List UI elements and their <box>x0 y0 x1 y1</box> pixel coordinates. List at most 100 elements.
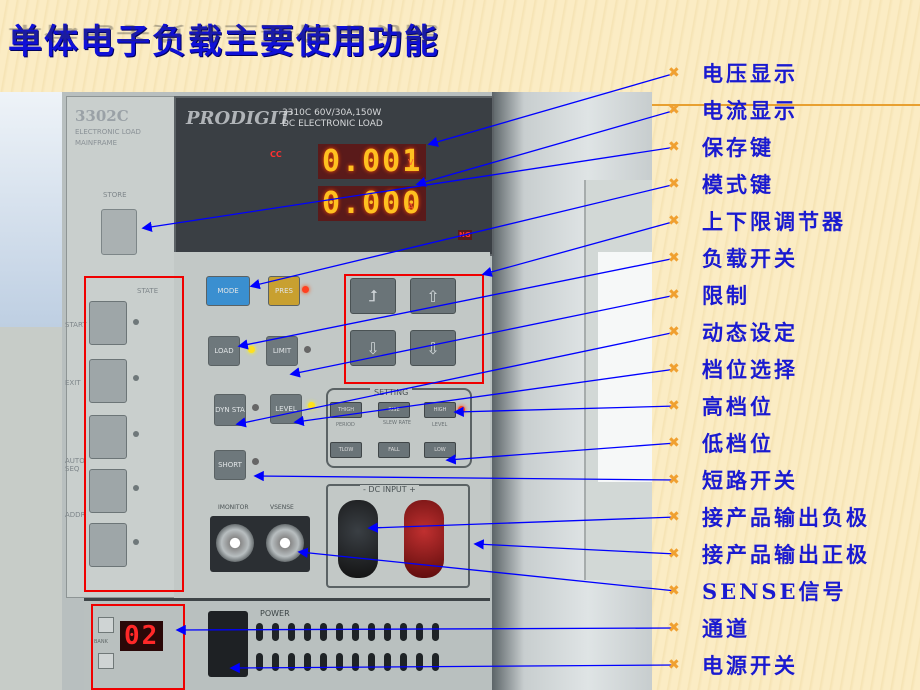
power-switch[interactable] <box>208 611 248 677</box>
low-button[interactable]: LOW <box>424 442 456 458</box>
callout-label: 高档位 <box>702 394 774 419</box>
pres-button[interactable]: PRES <box>268 276 300 306</box>
callout-label: 接产品输出负极 <box>702 505 870 530</box>
dyn-sta-led <box>252 404 259 411</box>
bullet-x-icon: ✖ <box>668 287 680 303</box>
bullet-x-icon: ✖ <box>668 620 680 636</box>
callout-label: SENSE信号 <box>702 579 847 604</box>
load-led <box>248 346 255 353</box>
background-window <box>0 92 62 352</box>
mainframe-desc: ELECTRONIC LOAD MAINFRAME <box>75 128 141 147</box>
store-button[interactable] <box>101 209 137 255</box>
high-led <box>458 406 465 413</box>
callout-label: 上下限调节器 <box>702 209 846 234</box>
state-buttons-highlight <box>84 276 184 592</box>
bullet-x-icon: ✖ <box>668 65 680 81</box>
bullet-x-icon: ✖ <box>668 250 680 266</box>
limit-adjuster-highlight <box>344 274 484 384</box>
bullet-x-icon: ✖ <box>668 324 680 340</box>
callout-label: 限制 <box>702 283 750 308</box>
positive-terminal[interactable] <box>404 500 444 578</box>
bullet-x-icon: ✖ <box>668 546 680 562</box>
slide-title-reflection: 单体电子负载主要使用功能 <box>8 21 440 44</box>
store-label: STORE <box>103 191 127 199</box>
callout-item: ✖ 负载开关 <box>668 243 798 273</box>
mode-button[interactable]: MODE <box>206 276 250 306</box>
background-monitor <box>584 180 652 580</box>
high-button[interactable]: HIGH <box>424 402 456 418</box>
callout-item: ✖ 限制 <box>668 280 750 310</box>
callout-label: 电压显示 <box>702 61 798 86</box>
limit-led <box>304 346 311 353</box>
callout-item: ✖ 保存键 <box>668 132 774 162</box>
vsense-label: VSENSE <box>270 504 294 511</box>
callout-label: 电源开关 <box>702 653 798 678</box>
callout-item: ✖ 动态设定 <box>668 317 798 347</box>
mainframe-model: 3302C <box>75 107 129 125</box>
callout-item: ✖ 短路开关 <box>668 465 798 495</box>
limit-button[interactable]: LIMIT <box>266 336 298 366</box>
callout-item: ✖ 电压显示 <box>668 58 798 88</box>
callout-label: 通道 <box>702 616 750 641</box>
bnc-connectors <box>210 516 310 572</box>
module-spec: 60V/30A,150W <box>314 108 382 118</box>
cc-indicator: CC <box>270 150 282 159</box>
slew-rate-caption: SLEW RATE <box>382 420 412 426</box>
fall-button[interactable]: FALL <box>378 442 410 458</box>
callout-label: 负载开关 <box>702 246 798 271</box>
callout-item: ✖ SENSE信号 <box>668 576 847 606</box>
level-caption: LEVEL <box>432 422 448 428</box>
rise-button[interactable]: RISE <box>378 402 410 418</box>
callout-item: ✖ 电流显示 <box>668 95 798 125</box>
bullet-x-icon: ✖ <box>668 509 680 525</box>
negative-terminal[interactable] <box>338 500 378 578</box>
callout-item: ✖ 低档位 <box>668 428 774 458</box>
bullet-x-icon: ✖ <box>668 472 680 488</box>
power-label: POWER <box>260 609 290 618</box>
vent-grille <box>256 623 456 671</box>
load-button[interactable]: LOAD <box>208 336 240 366</box>
bullet-x-icon: ✖ <box>668 176 680 192</box>
callout-label: 档位选择 <box>702 357 798 382</box>
callout-item: ✖ 通道 <box>668 613 750 643</box>
channel-highlight <box>91 604 185 690</box>
callout-item: ✖ 高档位 <box>668 391 774 421</box>
callout-item: ✖ 档位选择 <box>668 354 798 384</box>
imonitor-bnc[interactable] <box>216 524 254 562</box>
callout-label: 电流显示 <box>702 98 798 123</box>
imonitor-label: IMONITOR <box>218 504 249 511</box>
bullet-x-icon: ✖ <box>668 398 680 414</box>
callout-label: 低档位 <box>702 431 774 456</box>
vsense-bnc[interactable] <box>266 524 304 562</box>
callout-item: ✖ 模式键 <box>668 169 774 199</box>
callout-label: 保存键 <box>702 135 774 160</box>
callout-item: ✖ 上下限调节器 <box>668 206 846 236</box>
module-model-number: 3310C <box>282 108 312 118</box>
brand-logo: PRODIGIT <box>186 108 292 129</box>
state-side-label: AUTO SEQ <box>65 457 85 473</box>
bullet-x-icon: ✖ <box>668 102 680 118</box>
display-panel: PRODIGIT 3310C 60V/30A,150W DC ELECTRONI… <box>174 96 494 256</box>
bullet-x-icon: ✖ <box>668 435 680 451</box>
setting-label: SETTING <box>370 388 413 397</box>
callout-label: 接产品输出正极 <box>702 542 870 567</box>
ng-indicator: NG <box>458 230 472 240</box>
tlow-button[interactable]: TLOW <box>330 442 362 458</box>
setting-group: SETTING THIGH RISE HIGH PERIOD SLEW RATE… <box>326 388 472 468</box>
short-led <box>252 458 259 465</box>
module-desc: DC ELECTRONIC LOAD <box>282 119 383 129</box>
bullet-x-icon: ✖ <box>668 139 680 155</box>
callout-item: ✖ 电源开关 <box>668 650 798 680</box>
pres-led <box>302 286 309 293</box>
callout-label: 动态设定 <box>702 320 798 345</box>
thigh-button[interactable]: THIGH <box>330 402 362 418</box>
short-button[interactable]: SHORT <box>214 450 246 480</box>
bullet-x-icon: ✖ <box>668 361 680 377</box>
level-button[interactable]: LEVEL <box>270 394 302 424</box>
dc-input-label: - DC INPUT + <box>360 485 419 494</box>
bullet-x-icon: ✖ <box>668 583 680 599</box>
dyn-sta-button[interactable]: DYN STA <box>214 394 246 426</box>
state-side-label: EXIT <box>65 379 81 387</box>
level-led <box>308 402 315 409</box>
bullet-x-icon: ✖ <box>668 213 680 229</box>
